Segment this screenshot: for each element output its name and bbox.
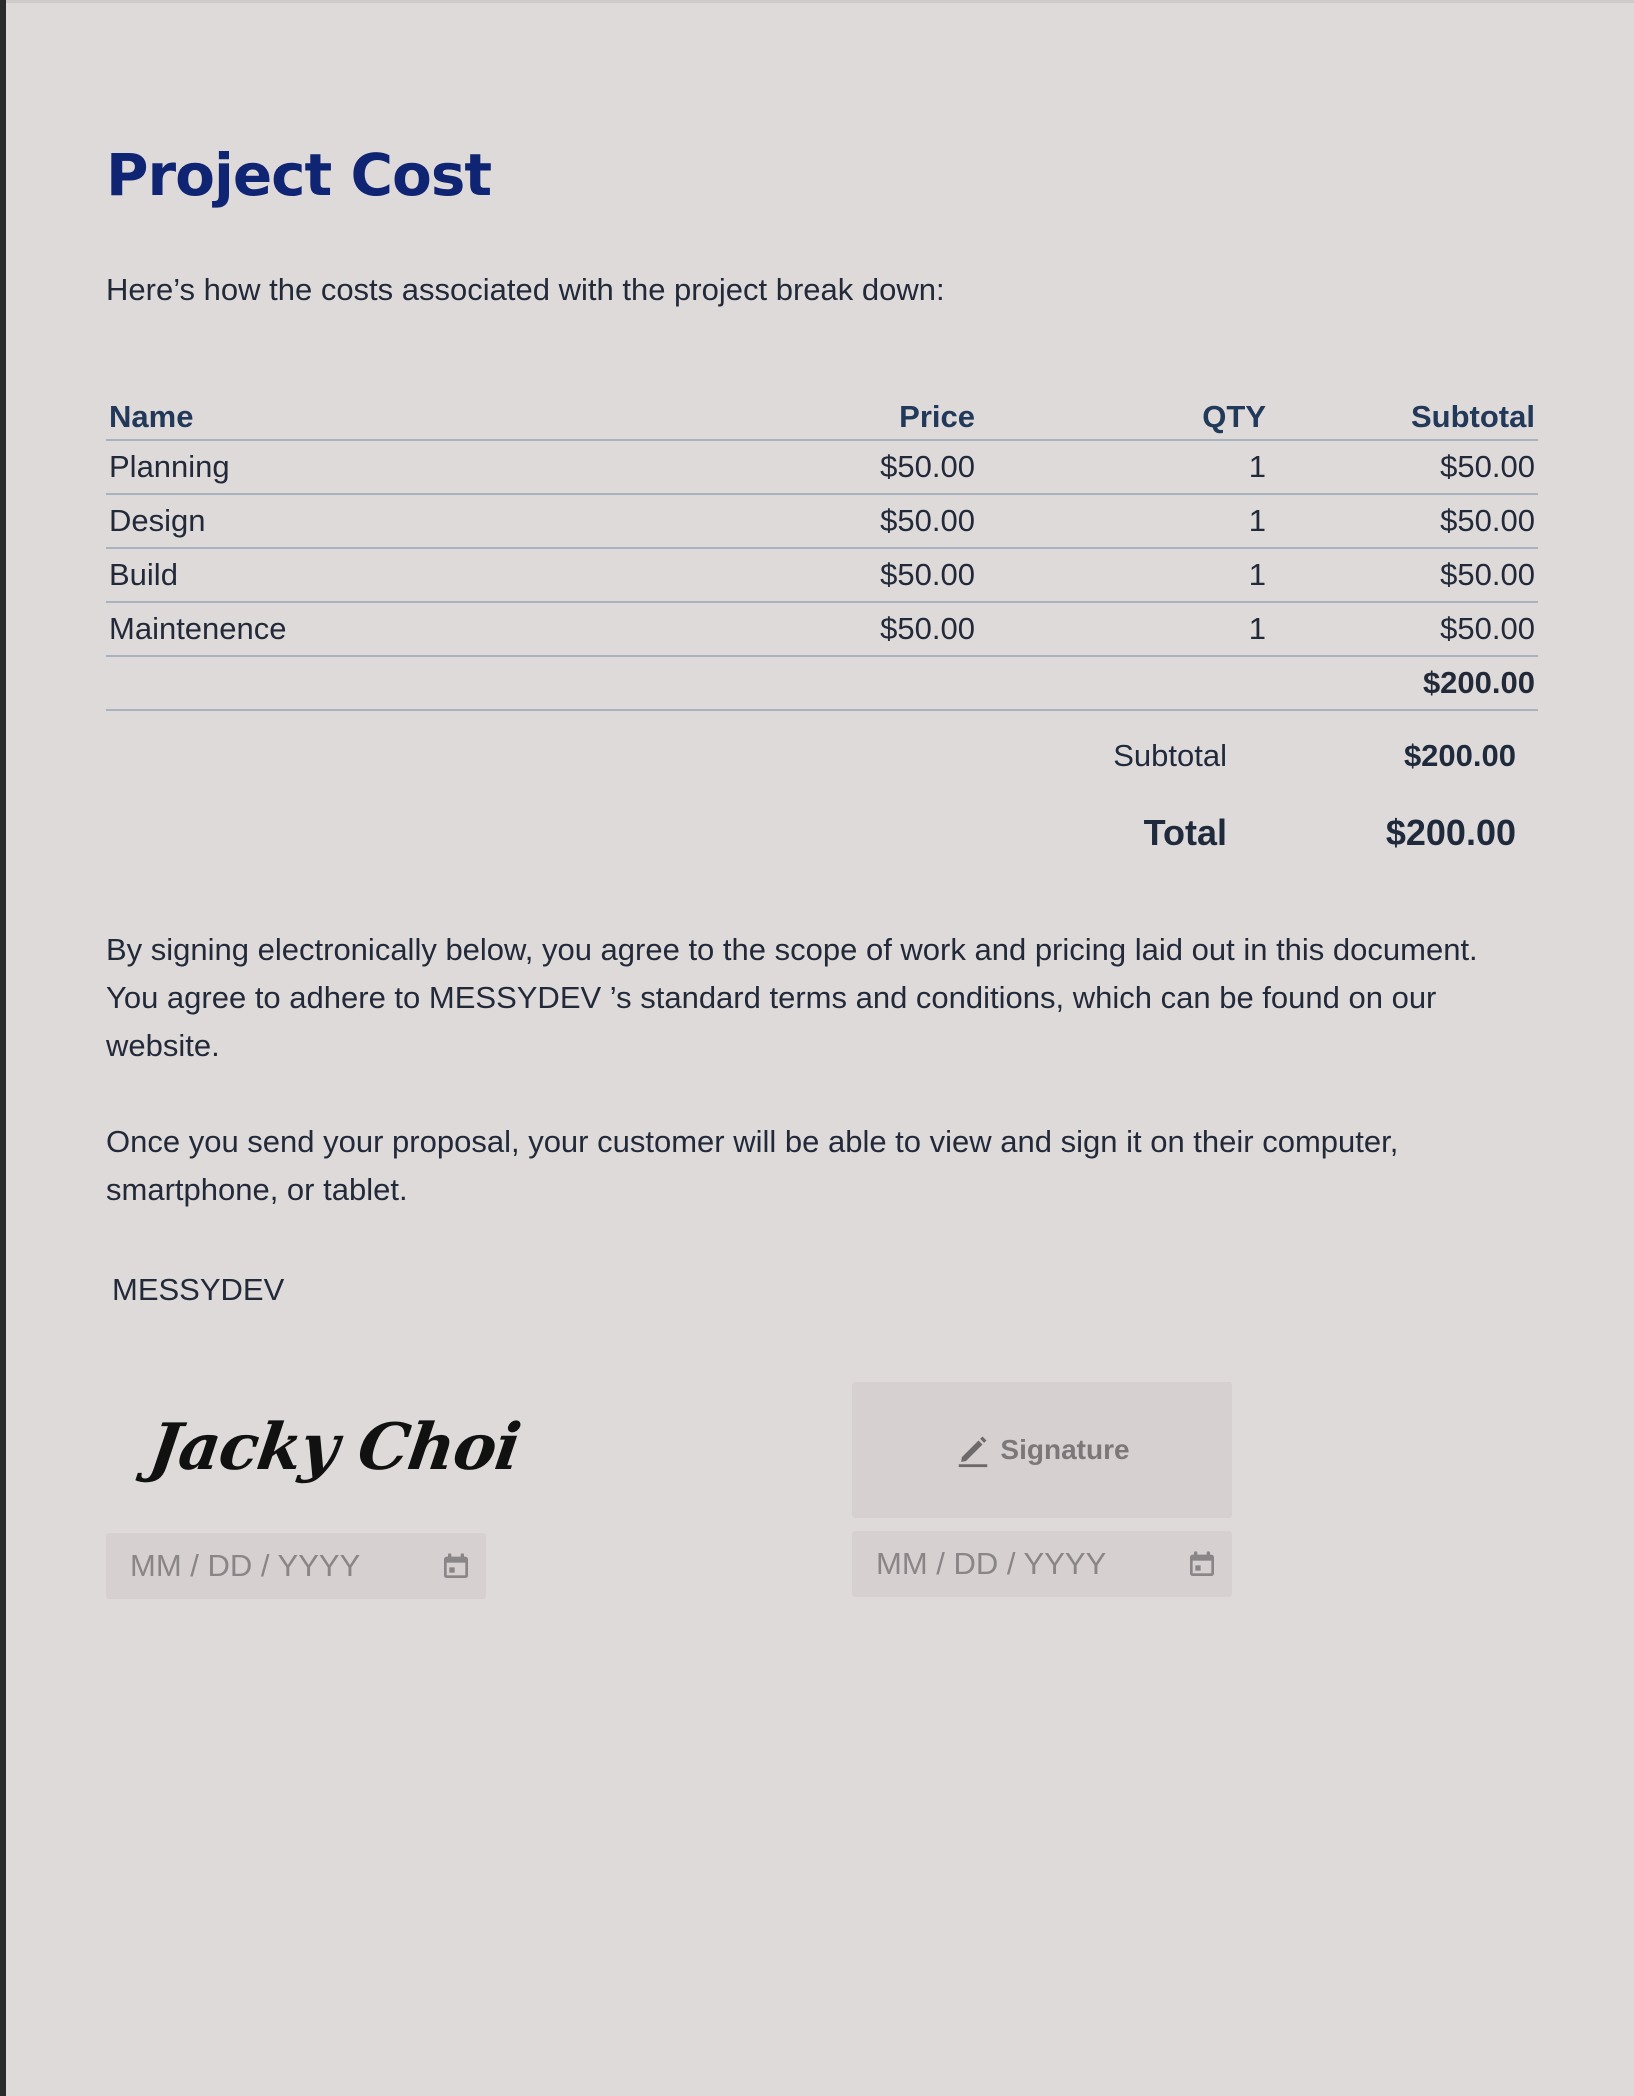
window-top-edge [6,0,1634,3]
header-qty: QTY [978,385,1269,441]
agreement-line-3: website. [106,1028,220,1063]
left-date-placeholder: MM / DD / YYYY [130,1548,361,1583]
row-name: Planning [106,440,672,495]
cost-table: Name Price QTY Subtotal Planning $50.00 … [106,385,1538,711]
row-subtotal: $50.00 [1269,602,1538,657]
page-title: Project Cost [106,141,492,209]
row-price: $50.00 [672,494,978,549]
signed-signature: Jacky Choi [144,1410,525,1485]
row-name: Maintenence [106,602,672,657]
pen-icon [959,1436,988,1468]
row-qty: 1 [978,494,1269,549]
row-name: Build [106,548,672,603]
row-qty: 1 [978,440,1269,495]
row-subtotal: $50.00 [1269,494,1538,549]
row-name: Design [106,494,672,549]
header-price: Price [672,385,978,441]
calendar-icon[interactable] [440,1550,472,1582]
proposal-paragraph: Once you send your proposal, your custom… [106,1118,1538,1214]
row-qty: 1 [978,548,1269,603]
header-name: Name [106,385,672,441]
summary-total-label: Total [1143,812,1227,853]
table-row: Maintenence $50.00 1 $50.00 [106,602,1538,657]
signature-button-label: Signature [1000,1434,1130,1465]
table-row: Build $50.00 1 $50.00 [106,548,1538,603]
right-date-field[interactable]: MM / DD / YYYY [852,1531,1232,1597]
proposal-line-2: smartphone, or tablet. [106,1172,408,1207]
row-price: $50.00 [672,548,978,603]
table-row: Planning $50.00 1 $50.00 [106,440,1538,495]
signature-button[interactable]: Signature [852,1382,1232,1518]
summary-subtotal-label: Subtotal [1113,738,1227,773]
agreement-line-1: By signing electronically below, you agr… [106,932,1478,967]
table-total-row: $200.00 [106,656,1538,711]
company-name: MESSYDEV [112,1272,285,1307]
agreement-paragraph: By signing electronically below, you agr… [106,926,1538,1070]
table-header-row: Name Price QTY Subtotal [106,385,1538,441]
intro-text: Here’s how the costs associated with the… [106,272,945,307]
calendar-icon[interactable] [1186,1548,1218,1580]
row-subtotal: $50.00 [1269,440,1538,495]
left-date-field[interactable]: MM / DD / YYYY [106,1533,486,1599]
header-subtotal: Subtotal [1269,385,1538,441]
window-edge [0,0,6,2096]
summary-total-value: $200.00 [1385,812,1516,853]
table-row: Design $50.00 1 $50.00 [106,494,1538,549]
table-total: $200.00 [1269,656,1538,711]
agreement-line-2: You agree to adhere to MESSYDEV ’s stand… [106,980,1437,1015]
summary-subtotal-value: $200.00 [1403,738,1516,773]
row-price: $50.00 [672,440,978,495]
row-qty: 1 [978,602,1269,657]
right-date-placeholder: MM / DD / YYYY [876,1546,1107,1581]
proposal-line-1: Once you send your proposal, your custom… [106,1124,1399,1159]
row-subtotal: $50.00 [1269,548,1538,603]
row-price: $50.00 [672,602,978,657]
